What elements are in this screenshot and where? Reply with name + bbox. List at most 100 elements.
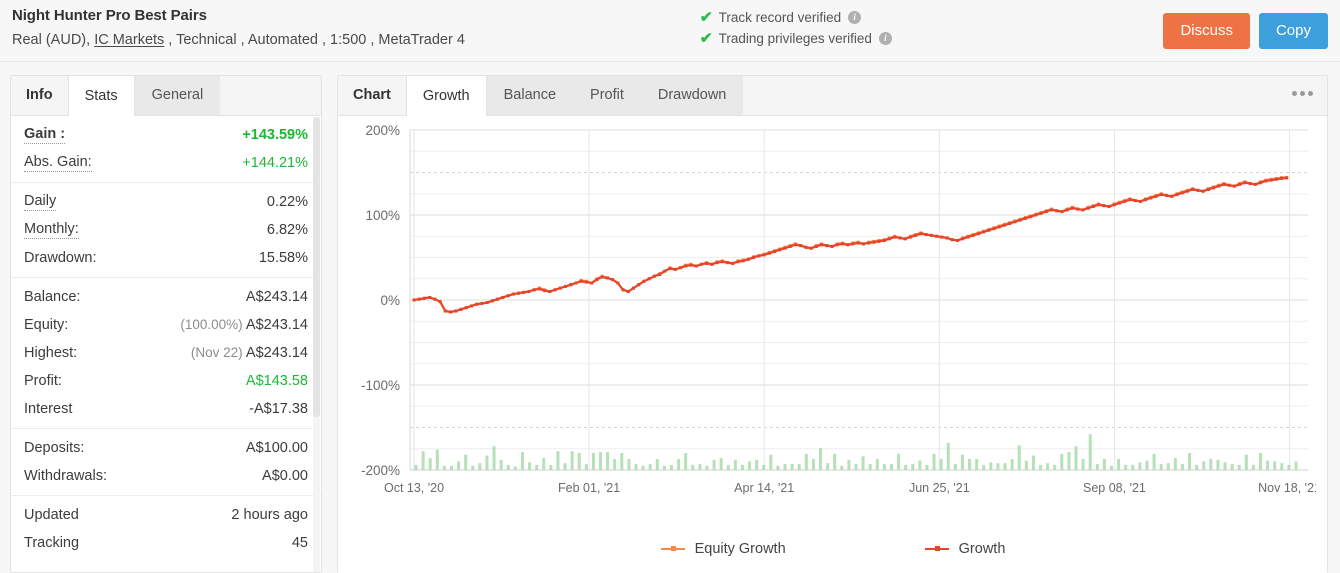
stat-label-abs-gain[interactable]: Abs. Gain: (24, 154, 92, 172)
tab-general[interactable]: General (134, 76, 221, 115)
stat-value-highest: (Nov 22) A$243.14 (191, 339, 308, 367)
verify-track-record-label: Track record verified (718, 10, 842, 25)
chart-svg: Oct 13, '20 Feb 01, '21 Apr 14, '21 Jun 25,… (361, 123, 1316, 495)
account-type: Real (AUD), (12, 32, 95, 48)
svg-text:Oct 13, '20: Oct 13, '20 (384, 481, 444, 495)
legend-item-equity-growth[interactable]: Equity Growth (660, 541, 786, 557)
stats-group-meta: Updated 2 hours ago Tracking 45 (11, 495, 321, 562)
stat-row-balance: Balance: A$243.14 (24, 283, 308, 311)
page-title: Night Hunter Pro Best Pairs (12, 7, 207, 24)
stat-value-equity: (100.00%) A$243.14 (180, 311, 308, 339)
stat-value-withdrawals: A$0.00 (262, 468, 308, 484)
stats-tabs: Info Stats General (11, 76, 321, 116)
stat-row-equity: Equity: (100.00%) A$243.14 (24, 311, 308, 339)
growth-chart: Oct 13, '20 Feb 01, '21 Apr 14, '21 Jun 25,… (338, 116, 1327, 573)
stat-row-updated: Updated 2 hours ago (24, 501, 308, 529)
stat-row-interest: Interest -A$17.38 (24, 395, 308, 423)
verify-trading-privileges-label: Trading privileges verified (718, 31, 872, 46)
svg-text:Nov 18, '21: Nov 18, '21 (1258, 481, 1316, 495)
stat-label-withdrawals: Withdrawals: (24, 468, 107, 484)
svg-text:Sep 08, '21: Sep 08, '21 (1083, 481, 1146, 495)
check-icon: ✔ (699, 30, 713, 47)
stat-value-equity-percent: (100.00%) (180, 317, 243, 332)
svg-text:Jun 25, '21: Jun 25, '21 (909, 481, 970, 495)
stat-label-balance: Balance: (24, 289, 81, 305)
broker-link[interactable]: IC Markets (94, 32, 164, 48)
legend-swatch-equity-growth (660, 546, 685, 551)
stat-value-gain: +143.59% (242, 127, 308, 143)
svg-text:-100%: -100% (361, 378, 400, 393)
legend-label-growth: Growth (958, 541, 1006, 557)
stat-label-deposits: Deposits: (24, 440, 85, 456)
stat-label-monthly[interactable]: Monthly: (24, 221, 79, 239)
chart-panel: Chart Growth Balance Profit Drawdown Oct… (337, 75, 1328, 573)
verify-track-record: ✔ Track record verified i (700, 9, 892, 26)
stat-value-deposits: A$100.00 (245, 440, 308, 456)
account-meta-rest: , Technical , Automated , 1:500 , MetaTr… (164, 32, 465, 48)
legend-item-growth[interactable]: Growth (924, 541, 1006, 557)
svg-text:200%: 200% (365, 123, 400, 138)
verify-trading-privileges: ✔ Trading privileges verified i (700, 30, 892, 47)
stat-value-equity-amount: A$243.14 (245, 317, 308, 333)
stat-label-profit: Profit: (24, 373, 62, 389)
stats-group-account: Balance: A$243.14 Equity: (100.00%) A$24… (11, 277, 321, 428)
tab-profit[interactable]: Profit (573, 76, 641, 115)
verification-badges: ✔ Track record verified i ✔ Trading priv… (700, 9, 892, 47)
chart-tabs: Chart Growth Balance Profit Drawdown (338, 76, 1327, 116)
chart-legend: Equity Growth Growth (338, 541, 1327, 557)
stat-value-monthly: 6.82% (266, 222, 308, 238)
sidebar-scrollbar-thumb[interactable] (313, 117, 320, 417)
tab-stats[interactable]: Stats (67, 76, 135, 116)
stats-group-performance: Daily 0.22% Monthly: 6.82% Drawdown: 15.… (11, 182, 321, 277)
svg-text:Apr 14, '21: Apr 14, '21 (734, 481, 794, 495)
stat-label-highest: Highest: (24, 345, 78, 361)
stat-row-abs-gain: Abs. Gain: +144.21% (24, 149, 308, 177)
stats-group-funds: Deposits: A$100.00 Withdrawals: A$0.00 (11, 428, 321, 495)
account-meta: Real (AUD), IC Markets , Technical , Aut… (12, 29, 465, 51)
stat-value-profit: A$143.58 (245, 373, 308, 389)
stat-label-equity: Equity: (24, 317, 69, 333)
info-icon[interactable]: i (878, 32, 892, 45)
chart-panel-label: Chart (353, 87, 391, 103)
tab-growth[interactable]: Growth (405, 76, 487, 116)
stat-value-interest: -A$17.38 (249, 401, 308, 417)
stat-value-highest-amount: A$243.14 (245, 345, 308, 361)
copy-button[interactable]: Copy (1258, 13, 1328, 49)
svg-text:100%: 100% (365, 208, 400, 223)
stat-row-tracking: Tracking 45 (24, 529, 308, 557)
discuss-button[interactable]: Discuss (1163, 13, 1250, 49)
stat-label-gain[interactable]: Gain : (24, 126, 66, 144)
stat-value-abs-gain: +144.21% (242, 155, 308, 171)
stat-row-profit: Profit: A$143.58 (24, 367, 308, 395)
more-options-icon[interactable] (1288, 87, 1317, 100)
stat-value-balance: A$243.14 (245, 289, 308, 305)
stat-value-highest-date: (Nov 22) (190, 345, 243, 360)
stat-value-updated: 2 hours ago (231, 507, 308, 523)
stat-row-withdrawals: Withdrawals: A$0.00 (24, 462, 308, 490)
stat-row-highest: Highest: (Nov 22) A$243.14 (24, 339, 308, 367)
stats-panel: Info Stats General Gain : +143.59% Abs. … (10, 75, 322, 573)
account-identity: Night Hunter Pro Best Pairs Real (AUD), … (12, 6, 465, 51)
stats-panel-label: Info (26, 87, 53, 103)
legend-label-equity-growth: Equity Growth (694, 541, 786, 557)
stat-value-drawdown: 15.58% (258, 250, 308, 266)
stats-group-gain: Gain : +143.59% Abs. Gain: +144.21% (11, 116, 321, 182)
legend-swatch-growth (924, 546, 949, 551)
svg-text:-200%: -200% (361, 463, 400, 478)
stat-row-deposits: Deposits: A$100.00 (24, 434, 308, 462)
stat-value-tracking: 45 (291, 535, 308, 551)
stat-label-daily[interactable]: Daily (24, 193, 57, 211)
stat-row-monthly: Monthly: 6.82% (24, 216, 308, 244)
stat-label-tracking: Tracking (24, 535, 80, 551)
stat-label-interest: Interest (24, 401, 73, 417)
stat-value-daily: 0.22% (266, 194, 308, 210)
page-header: Night Hunter Pro Best Pairs Real (AUD), … (0, 0, 1340, 62)
tab-drawdown[interactable]: Drawdown (640, 76, 744, 115)
header-actions: Discuss Copy (1163, 13, 1328, 49)
stat-row-daily: Daily 0.22% (24, 188, 308, 216)
svg-text:Feb 01, '21: Feb 01, '21 (558, 481, 620, 495)
info-icon[interactable]: i (848, 11, 862, 24)
tab-balance[interactable]: Balance (486, 76, 574, 115)
stat-row-gain: Gain : +143.59% (24, 121, 308, 149)
page-body: Info Stats General Gain : +143.59% Abs. … (0, 62, 1340, 573)
